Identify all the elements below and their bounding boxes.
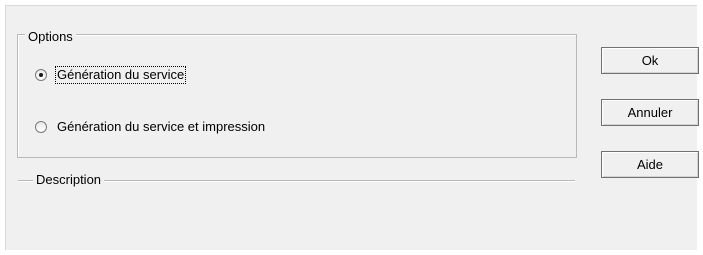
radio-label-generation-service: Génération du service [54, 66, 187, 84]
ok-button[interactable]: Ok [601, 47, 699, 74]
radio-generation-service-impression[interactable]: Génération du service et impression [35, 119, 266, 135]
options-group-title: Options [25, 29, 76, 45]
options-dialog: Options Génération du service Génération… [5, 5, 699, 250]
cancel-button[interactable]: Annuler [601, 99, 699, 126]
radio-generation-service[interactable]: Génération du service [35, 66, 187, 84]
description-group-title: Description [33, 172, 105, 188]
radio-button-unchecked[interactable] [35, 121, 47, 133]
radio-label-generation-service-impression: Génération du service et impression [57, 119, 266, 134]
radio-button-checked[interactable] [35, 69, 47, 81]
help-button[interactable]: Aide [601, 151, 699, 178]
options-groupbox [17, 34, 577, 158]
